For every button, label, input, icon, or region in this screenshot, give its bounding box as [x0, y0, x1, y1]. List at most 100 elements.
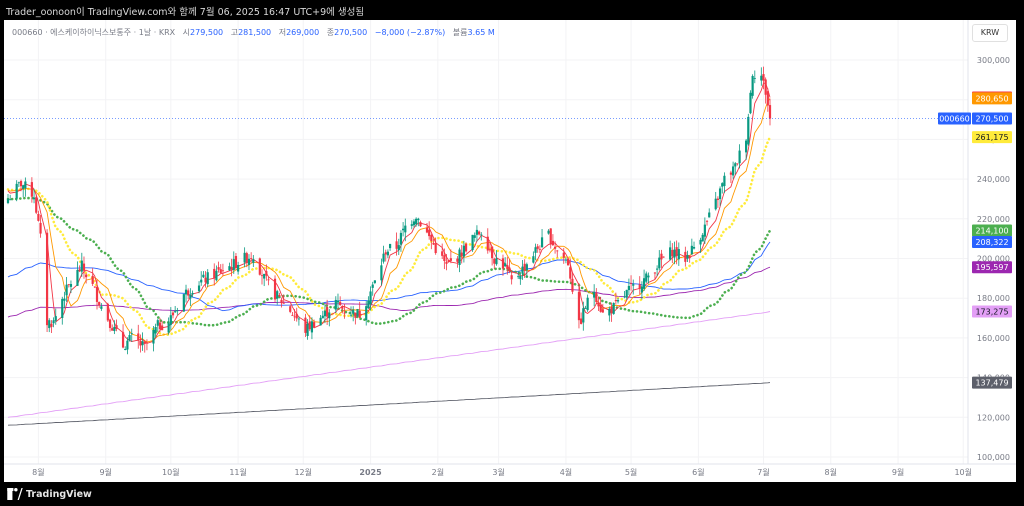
candle-body: [443, 255, 446, 261]
candle-body: [156, 320, 159, 326]
candle-body: [200, 279, 203, 283]
candle: [384, 249, 387, 262]
legend-open: 279,500: [190, 28, 223, 37]
candle-body: [701, 234, 704, 242]
candle-body: [751, 75, 754, 96]
price-label: 173,275: [972, 305, 1012, 318]
candle-body: [380, 265, 383, 281]
legend-close-label: 종: [327, 28, 334, 37]
candle-body: [449, 258, 452, 261]
candle-body: [76, 269, 79, 286]
candle: [260, 269, 264, 285]
y-tick-label: 160,000: [977, 334, 1010, 343]
candle-body: [265, 271, 268, 276]
candle: [658, 250, 661, 271]
candle-body: [488, 249, 492, 251]
candle: [137, 324, 140, 349]
candle-body: [22, 185, 25, 189]
y-tick-label: 120,000: [977, 413, 1010, 422]
candle-body: [471, 234, 474, 251]
candle-body: [369, 291, 372, 305]
candle-body: [458, 249, 461, 265]
candle: [263, 273, 266, 287]
candle-body: [564, 259, 568, 261]
x-tick-label: 12월: [294, 467, 312, 477]
x-tick-label: 11월: [229, 467, 247, 477]
candle: [293, 309, 296, 321]
candle-body: [54, 316, 57, 321]
candle: [688, 255, 691, 263]
candle: [736, 163, 739, 166]
candle: [716, 196, 719, 208]
candle-body: [410, 224, 413, 226]
candle-body: [388, 243, 392, 249]
candle-body: [280, 299, 283, 304]
candle: [766, 88, 769, 112]
candle-body: [586, 297, 589, 311]
price-label: 195,597: [972, 261, 1012, 274]
candle-body: [93, 286, 96, 288]
candle-body: [699, 239, 702, 245]
candle: [623, 291, 626, 299]
candle-body: [525, 264, 528, 271]
candle: [328, 309, 331, 327]
candle: [382, 245, 385, 264]
candle: [493, 257, 496, 269]
price-label-text: 137,479: [975, 379, 1008, 388]
chart-frame[interactable]: 300,000280,000260,000240,000220,000200,0…: [4, 20, 1016, 482]
candle-body: [252, 259, 255, 263]
price-label-text: 280,650: [975, 94, 1008, 103]
candle-body: [308, 321, 311, 330]
candle-body: [567, 258, 570, 266]
candle: [121, 324, 125, 349]
candle-body: [182, 294, 185, 312]
candle: [354, 312, 357, 325]
candle: [245, 251, 248, 268]
candle: [417, 217, 420, 227]
candle-body: [260, 275, 264, 277]
candle-body: [24, 181, 27, 189]
candle-body: [464, 243, 468, 252]
candle: [69, 280, 73, 294]
candle-body: [189, 294, 192, 299]
y-tick-label: 240,000: [977, 175, 1010, 184]
candle-body: [616, 300, 620, 302]
candle-body: [82, 263, 86, 271]
candle-body: [593, 292, 596, 298]
candle: [9, 194, 12, 201]
candle: [551, 234, 555, 246]
candle: [501, 254, 505, 276]
candle: [458, 247, 461, 273]
candle-body: [187, 290, 190, 296]
candle-body: [384, 252, 387, 255]
candle-body: [456, 258, 459, 262]
candle-body: [540, 237, 544, 248]
chart-svg[interactable]: 300,000280,000260,000240,000220,000200,0…: [4, 20, 1016, 482]
candle-body: [538, 248, 541, 250]
candle-body: [137, 333, 140, 341]
candle: [61, 296, 64, 325]
candle: [662, 256, 665, 258]
candle-body: [69, 284, 73, 287]
candle-body: [608, 308, 611, 316]
candle-body: [304, 317, 307, 333]
candle: [15, 180, 18, 202]
currency-button[interactable]: KRW: [972, 24, 1008, 42]
candle: [100, 303, 103, 311]
time-axis: 8월 9월 10월 11월 12월 2025 2월 3월 4월 5월 6월 7월 8월 9월 10월: [32, 467, 972, 477]
candle-body: [658, 257, 661, 269]
candle: [24, 177, 27, 197]
candle-body: [556, 250, 559, 252]
candle-body: [30, 182, 33, 197]
candle-body: [247, 258, 251, 265]
candle: [701, 233, 704, 242]
ma-line-orange: [7, 98, 771, 343]
candle-body: [595, 292, 598, 303]
candle: [540, 229, 544, 248]
candle-body: [412, 221, 416, 226]
candle-body: [731, 166, 735, 176]
candle: [397, 238, 400, 256]
candle-body: [577, 291, 581, 321]
candle-body: [473, 235, 476, 238]
candle-body: [486, 236, 489, 251]
